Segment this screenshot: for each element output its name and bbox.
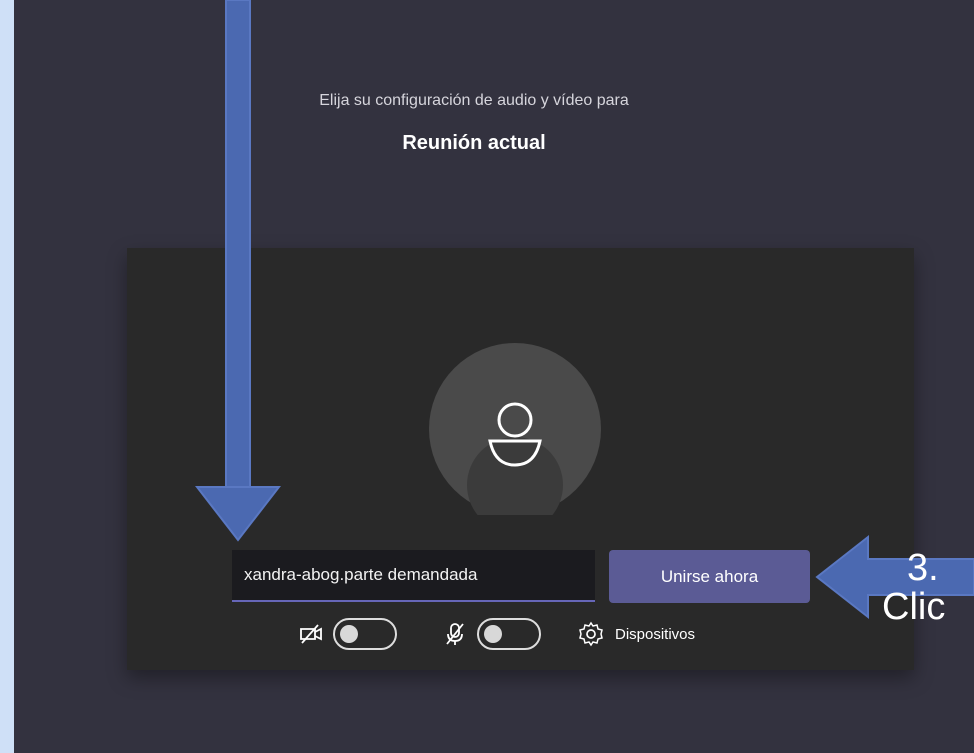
camera-off-icon <box>297 620 325 648</box>
annotation-step-number: 3. <box>907 547 939 589</box>
teams-prejoin-window: Elija su configuración de audio y vídeo … <box>14 0 974 753</box>
microphone-toggle[interactable] <box>477 618 541 650</box>
meeting-title: Reunión actual <box>402 132 546 154</box>
microphone-toggle-knob <box>484 625 502 643</box>
media-controls: Dispositivos <box>297 614 695 654</box>
camera-toggle[interactable] <box>333 618 397 650</box>
annotation-click-text: Clic <box>882 586 946 628</box>
name-field <box>232 550 595 602</box>
devices-button[interactable]: Dispositivos <box>615 626 695 643</box>
annotation-down-arrow <box>195 0 281 542</box>
camera-toggle-knob <box>340 625 358 643</box>
name-input[interactable] <box>232 550 595 600</box>
user-avatar <box>429 343 601 515</box>
gear-icon[interactable] <box>577 620 605 648</box>
person-avatar-icon <box>467 402 563 515</box>
join-now-button[interactable]: Unirse ahora <box>609 550 810 603</box>
microphone-off-icon <box>441 620 469 648</box>
audio-video-prompt: Elija su configuración de audio y vídeo … <box>319 92 629 109</box>
